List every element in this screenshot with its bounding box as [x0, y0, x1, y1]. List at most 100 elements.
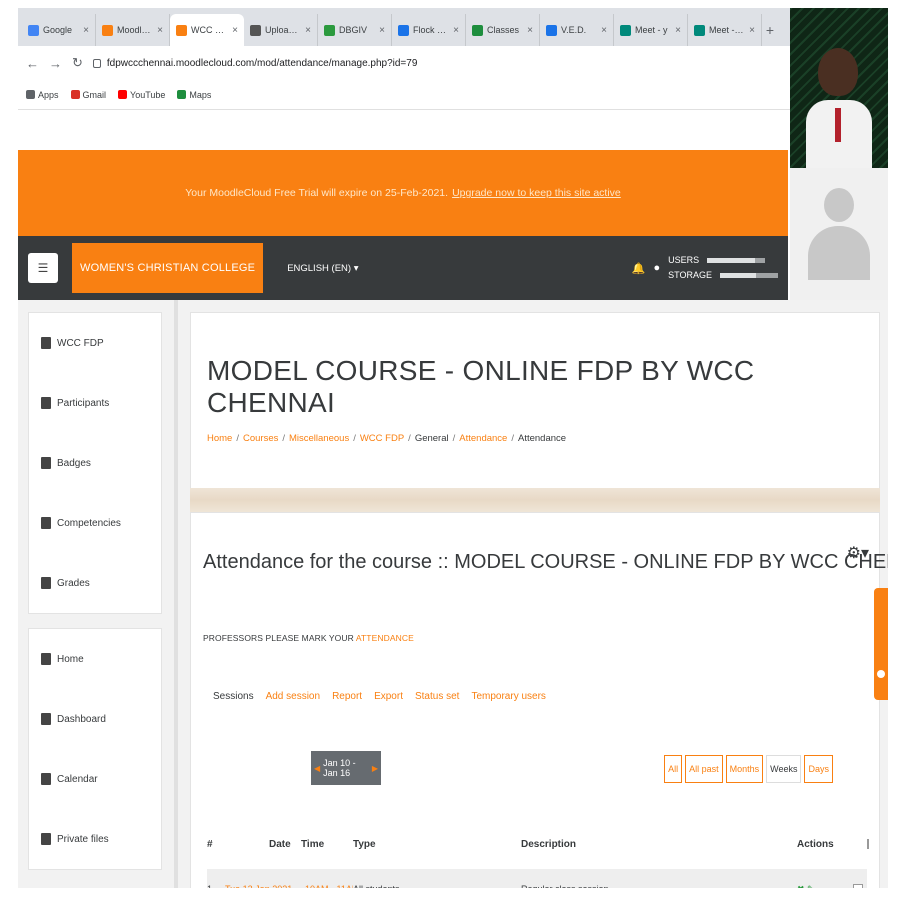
tab-close-icon[interactable]: × — [83, 25, 89, 36]
breadcrumb-item[interactable]: Courses — [243, 433, 278, 444]
bookmark-icon — [70, 90, 80, 99]
drawer-toggle-button[interactable]: ☰ — [28, 253, 58, 283]
view-all-button[interactable]: All — [664, 755, 683, 783]
upgrade-link[interactable]: Upgrade now to keep this site active — [452, 187, 621, 199]
attendance-title: Attendance for the course :: MODEL COURS… — [203, 551, 888, 573]
drawer-item-label: Competencies — [57, 517, 121, 529]
row-checkbox[interactable] — [853, 884, 863, 888]
browser-tab[interactable]: DBGIV × — [318, 14, 392, 46]
view-all-past-button[interactable]: All past — [685, 755, 723, 783]
tab-close-icon[interactable]: × — [453, 25, 459, 36]
view-months-button[interactable]: Months — [725, 755, 764, 783]
browser-tab[interactable]: V.E.D. × — [540, 14, 614, 46]
tab-close-icon[interactable]: × — [601, 25, 607, 36]
tab-close-icon[interactable]: × — [379, 25, 385, 36]
bookmark-label: YouTube — [130, 89, 166, 100]
breadcrumb-item[interactable]: Miscellaneous — [289, 433, 349, 444]
drawer-item[interactable]: Participants — [29, 373, 161, 433]
new-tab-button[interactable]: + — [762, 14, 778, 46]
breadcrumb-item[interactable]: WCC FDP — [360, 433, 404, 444]
bookmark-item[interactable]: Maps — [177, 90, 211, 100]
tab-export[interactable]: Export — [374, 691, 403, 702]
period-selector[interactable]: ◀ Jan 10 - Jan 16 ▶ — [311, 751, 381, 785]
browser-tab[interactable]: Meet - vid × — [688, 14, 762, 46]
gear-icon[interactable]: ⚙▾ — [847, 543, 869, 563]
bell-icon[interactable]: 🔔 — [632, 262, 646, 275]
bookmark-label: Maps — [189, 89, 212, 100]
drawer-item[interactable]: Calendar — [29, 749, 161, 809]
drawer-item[interactable]: Competencies — [29, 493, 161, 553]
browser-tab[interactable]: MoodleClo× — [96, 14, 170, 46]
page-body: WCC FDP Participants Badges Competencies Gra… — [18, 300, 888, 888]
browser-tab[interactable]: Upload vid × — [244, 14, 318, 46]
bookmark-label: Apps — [38, 89, 59, 100]
url-field[interactable]: fdpwccchennai.moodlecloud.com/mod/attend… — [92, 58, 417, 69]
back-icon[interactable]: ← — [26, 56, 39, 71]
tab-close-icon[interactable]: × — [157, 25, 163, 36]
forward-icon[interactable]: → — [49, 56, 62, 71]
tab-close-icon[interactable]: × — [527, 25, 533, 36]
row-actions[interactable]: ✖ ✎ — [797, 884, 853, 889]
column-header: Time — [301, 838, 325, 850]
competencies-icon — [41, 517, 51, 529]
message-icon[interactable]: ● — [653, 262, 660, 274]
tab-temporary-users[interactable]: Temporary users — [471, 691, 545, 702]
breadcrumb-item[interactable]: General — [415, 433, 449, 444]
breadcrumb-item[interactable]: Attendance — [459, 433, 507, 444]
view-weeks-button[interactable]: Weeks — [766, 755, 802, 783]
view-days-button[interactable]: Days — [804, 755, 833, 783]
table-cell: 1 — [207, 884, 225, 888]
drawer-item[interactable]: Home — [29, 629, 161, 689]
browser-tab[interactable]: Classes × — [466, 14, 540, 46]
drawer-item-label: Private files — [57, 833, 109, 845]
tab-status-set[interactable]: Status set — [415, 691, 459, 702]
select-all-checkbox[interactable] — [867, 839, 869, 849]
breadcrumb-separator: / — [452, 433, 456, 444]
tab-close-icon[interactable]: × — [305, 25, 311, 36]
home-icon — [41, 653, 51, 665]
tab-favicon-icon — [546, 24, 557, 36]
browser-tab[interactable]: Meet - y × — [614, 14, 688, 46]
next-period-icon[interactable]: ▶ — [372, 764, 378, 773]
browser-tab[interactable]: Google × — [22, 14, 96, 46]
bookmark-item[interactable]: Gmail — [70, 90, 106, 100]
bookmark-item[interactable]: Apps — [26, 90, 59, 100]
breadcrumb: Home / Courses / Miscellaneous / WCC FDP / Gener… — [207, 433, 566, 444]
tab-close-icon[interactable]: × — [232, 25, 238, 36]
drawer-item-label: Badges — [57, 457, 91, 469]
attendance-note-highlight: ATTENDANCE — [355, 633, 414, 643]
breadcrumb-item[interactable]: Home — [207, 433, 232, 444]
tab-favicon-icon — [398, 24, 409, 36]
browser-tab[interactable]: WCC FDP × — [170, 14, 244, 46]
browser-tab[interactable]: Flock Meet× — [392, 14, 466, 46]
tab-add-session[interactable]: Add session — [266, 691, 320, 702]
site-brand[interactable]: WOMEN'S CHRISTIAN COLLEGE — [72, 243, 264, 293]
drawer-item[interactable]: Badges — [29, 433, 161, 493]
drawer-item[interactable]: Private files — [29, 809, 161, 869]
users-meter — [707, 258, 766, 263]
tab-label: Flock Meet — [413, 25, 450, 35]
drawer-item[interactable]: Grades — [29, 553, 161, 613]
floating-side-tab[interactable] — [874, 588, 888, 700]
calendar-icon — [41, 773, 51, 785]
dashboard-icon — [41, 713, 51, 725]
bookmark-item[interactable]: YouTube — [118, 90, 165, 100]
breadcrumb-separator: / — [511, 433, 514, 444]
drawer-item[interactable]: Dashboard — [29, 689, 161, 749]
breadcrumb-separator: / — [282, 433, 285, 444]
language-menu[interactable]: ENGLISH (EN) ▾ — [287, 263, 358, 274]
tab-report[interactable]: Report — [332, 691, 362, 702]
header-divider — [190, 488, 880, 512]
tab-sessions[interactable]: Sessions — [213, 691, 254, 702]
tab-close-icon[interactable]: × — [675, 25, 681, 36]
table-cell: All students — [353, 884, 521, 888]
period-label: Jan 10 - Jan 16 — [323, 758, 356, 778]
drawer-divider — [174, 300, 178, 888]
tab-favicon-icon — [694, 24, 705, 36]
tab-close-icon[interactable]: × — [749, 25, 755, 36]
prev-period-icon[interactable]: ◀ — [314, 764, 320, 773]
drawer-item[interactable]: WCC FDP — [29, 313, 161, 373]
address-bar: ← → ↻ fdpwccchennai.moodlecloud.com/mod/… — [18, 46, 888, 80]
reload-icon[interactable]: ↻ — [72, 55, 83, 71]
column-header: Actions — [797, 838, 834, 850]
